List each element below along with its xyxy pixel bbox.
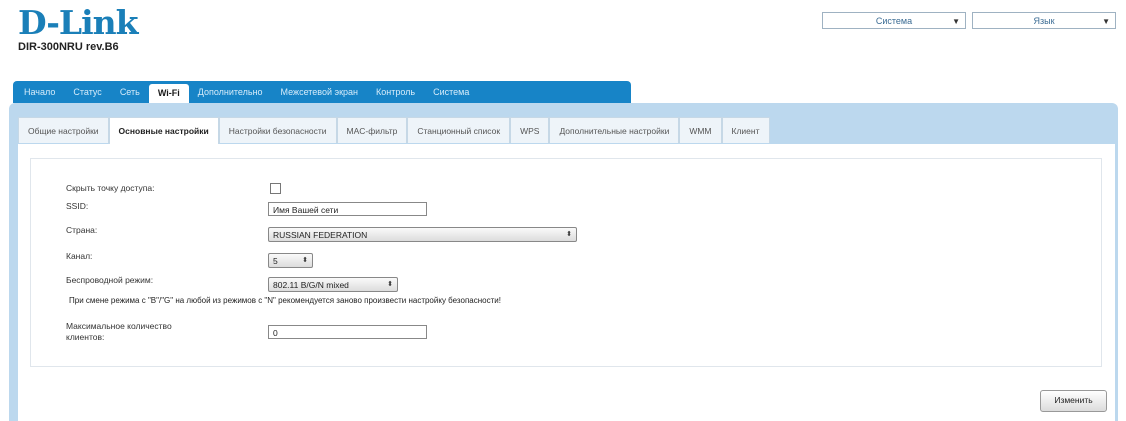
system-select-value: Система [875,16,913,26]
dlink-logo: D-Link DIR-300NRU rev.B6 [18,3,139,54]
max-clients-label-line1: Максимальное количество [66,321,172,331]
subtab-general[interactable]: Общие настройки [18,117,109,143]
main-nav: Начало Статус Сеть Wi-Fi Дополнительно М… [13,81,631,103]
wireless-mode-select[interactable]: 802.11 B/G/N mixed ⬍ [268,277,398,292]
subtab-station-list[interactable]: Станционный список [407,117,511,143]
channel-select[interactable]: 5 ⬍ [268,253,313,268]
subtab-security[interactable]: Настройки безопасности [218,117,337,143]
chevron-down-icon: ▼ [952,17,960,26]
tab-home[interactable]: Начало [15,81,64,103]
updown-arrows-icon: ⬍ [302,257,308,264]
tab-status[interactable]: Статус [64,81,110,103]
ssid-label: SSID: [66,201,89,211]
max-clients-label-line2: клиентов: [66,332,105,342]
wireless-mode-label: Беспроводной режим: [66,275,154,285]
content-area: Скрыть точку доступа: SSID: Имя Вашей се… [18,144,1115,421]
country-select[interactable]: RUSSIAN FEDERATION ⬍ [268,227,577,242]
max-clients-input[interactable]: 0 [268,325,427,339]
settings-panel: Общие настройки Основные настройки Настр… [9,103,1118,421]
ssid-input[interactable]: Имя Вашей сети [268,202,427,216]
sub-nav: Общие настройки Основные настройки Настр… [18,117,770,144]
wireless-mode-value: 802.11 B/G/N mixed [273,280,349,290]
language-select[interactable]: Язык ▼ [972,12,1116,29]
basic-settings-form: Скрыть точку доступа: SSID: Имя Вашей се… [30,158,1102,367]
mode-change-note: При смене режима с "B"/"G" на любой из р… [69,296,501,305]
updown-arrows-icon: ⬍ [387,281,393,288]
logo-text: D-Link [18,3,139,42]
tab-wifi[interactable]: Wi-Fi [148,84,189,103]
system-select[interactable]: Система ▼ [822,12,966,29]
tab-network[interactable]: Сеть [111,81,149,103]
subtab-mac-filter[interactable]: MAC-фильтр [336,117,408,143]
subtab-wps[interactable]: WPS [510,117,550,143]
language-select-value: Язык [1033,16,1055,26]
apply-button[interactable]: Изменить [1040,390,1107,412]
channel-select-value: 5 [273,256,278,266]
chevron-down-icon: ▼ [1102,17,1110,26]
tab-firewall[interactable]: Межсетевой экран [272,81,367,103]
subtab-basic[interactable]: Основные настройки [108,117,219,144]
hide-ap-checkbox[interactable] [270,183,281,194]
country-select-value: RUSSIAN FEDERATION [273,230,368,240]
max-clients-label: Максимальное количество клиентов: [66,321,172,343]
subtab-wmm[interactable]: WMM [679,117,722,143]
tab-advanced[interactable]: Дополнительно [189,81,272,103]
subtab-client[interactable]: Клиент [721,117,770,143]
tab-control[interactable]: Контроль [367,81,424,103]
subtab-advanced[interactable]: Дополнительные настройки [549,117,680,143]
updown-arrows-icon: ⬍ [566,231,572,238]
model-name: DIR-300NRU rev.B6 [18,41,119,53]
country-label: Страна: [66,225,98,235]
hide-ap-label: Скрыть точку доступа: [66,183,155,193]
channel-label: Канал: [66,251,93,261]
top-selects: Система ▼ Язык ▼ [816,12,1116,29]
tab-system[interactable]: Система [424,81,478,103]
